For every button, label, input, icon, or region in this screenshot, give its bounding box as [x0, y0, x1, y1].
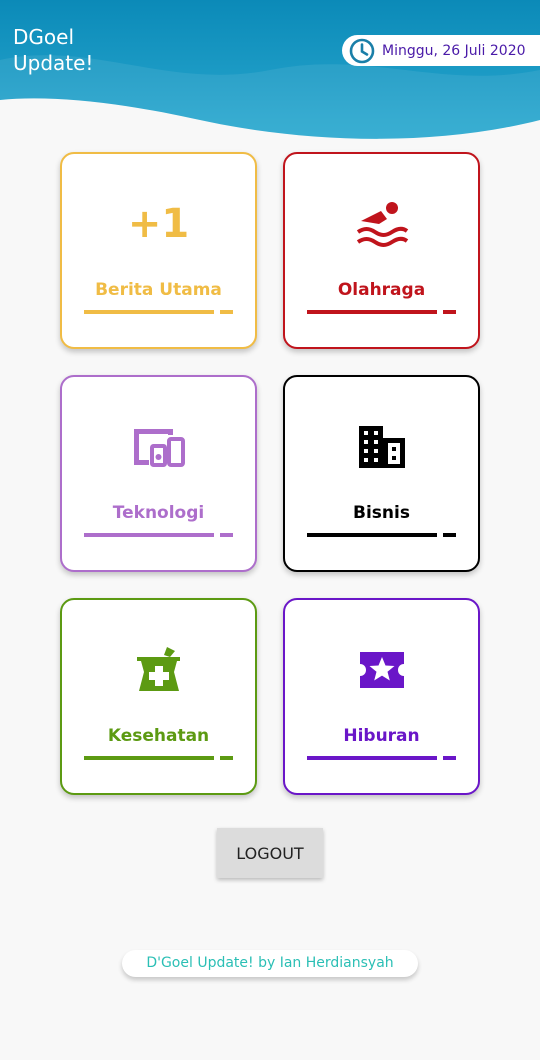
category-underline-dash: [443, 310, 456, 314]
category-card-hiburan[interactable]: Hiburan: [283, 598, 480, 795]
category-card-olahraga[interactable]: Olahraga: [283, 152, 480, 349]
ticket-star-icon: [285, 640, 478, 700]
category-grid: +1 Berita Utama Olahraga Teknologi Bisni…: [60, 152, 481, 795]
category-card-bisnis[interactable]: Bisnis: [283, 375, 480, 572]
category-card-kesehatan[interactable]: Kesehatan: [60, 598, 257, 795]
footer-credit: D'Goel Update! by Ian Herdiansyah: [122, 950, 418, 977]
category-underline: [307, 310, 437, 314]
category-label: Hiburan: [343, 726, 420, 746]
logout-button[interactable]: LOGOUT: [217, 828, 323, 878]
date-text: Minggu, 26 Juli 2020: [382, 42, 526, 59]
category-card-teknologi[interactable]: Teknologi: [60, 375, 257, 572]
category-label: Berita Utama: [95, 280, 222, 300]
swimming-icon: [285, 194, 478, 254]
app-title: DGoel Update!: [13, 25, 94, 75]
plus-one-icon: +1: [127, 201, 190, 247]
category-label: Teknologi: [112, 503, 205, 523]
medicine-mortar-icon: [62, 640, 255, 700]
category-card-berita-utama[interactable]: +1 Berita Utama: [60, 152, 257, 349]
category-underline-dash: [443, 533, 456, 537]
category-label: Olahraga: [337, 280, 426, 300]
category-underline: [307, 756, 437, 760]
category-underline: [84, 756, 214, 760]
category-label: Bisnis: [353, 503, 410, 523]
date-display: Minggu, 26 Juli 2020: [342, 35, 540, 66]
category-label: Kesehatan: [107, 726, 210, 746]
category-underline-dash: [443, 756, 456, 760]
category-underline: [84, 310, 214, 314]
category-underline: [84, 533, 214, 537]
building-icon: [285, 417, 478, 477]
category-underline: [307, 533, 437, 537]
category-underline-dash: [220, 310, 233, 314]
clock-icon: [349, 38, 375, 63]
category-underline-dash: [220, 533, 233, 537]
devices-icon: [62, 417, 255, 477]
category-underline-dash: [220, 756, 233, 760]
